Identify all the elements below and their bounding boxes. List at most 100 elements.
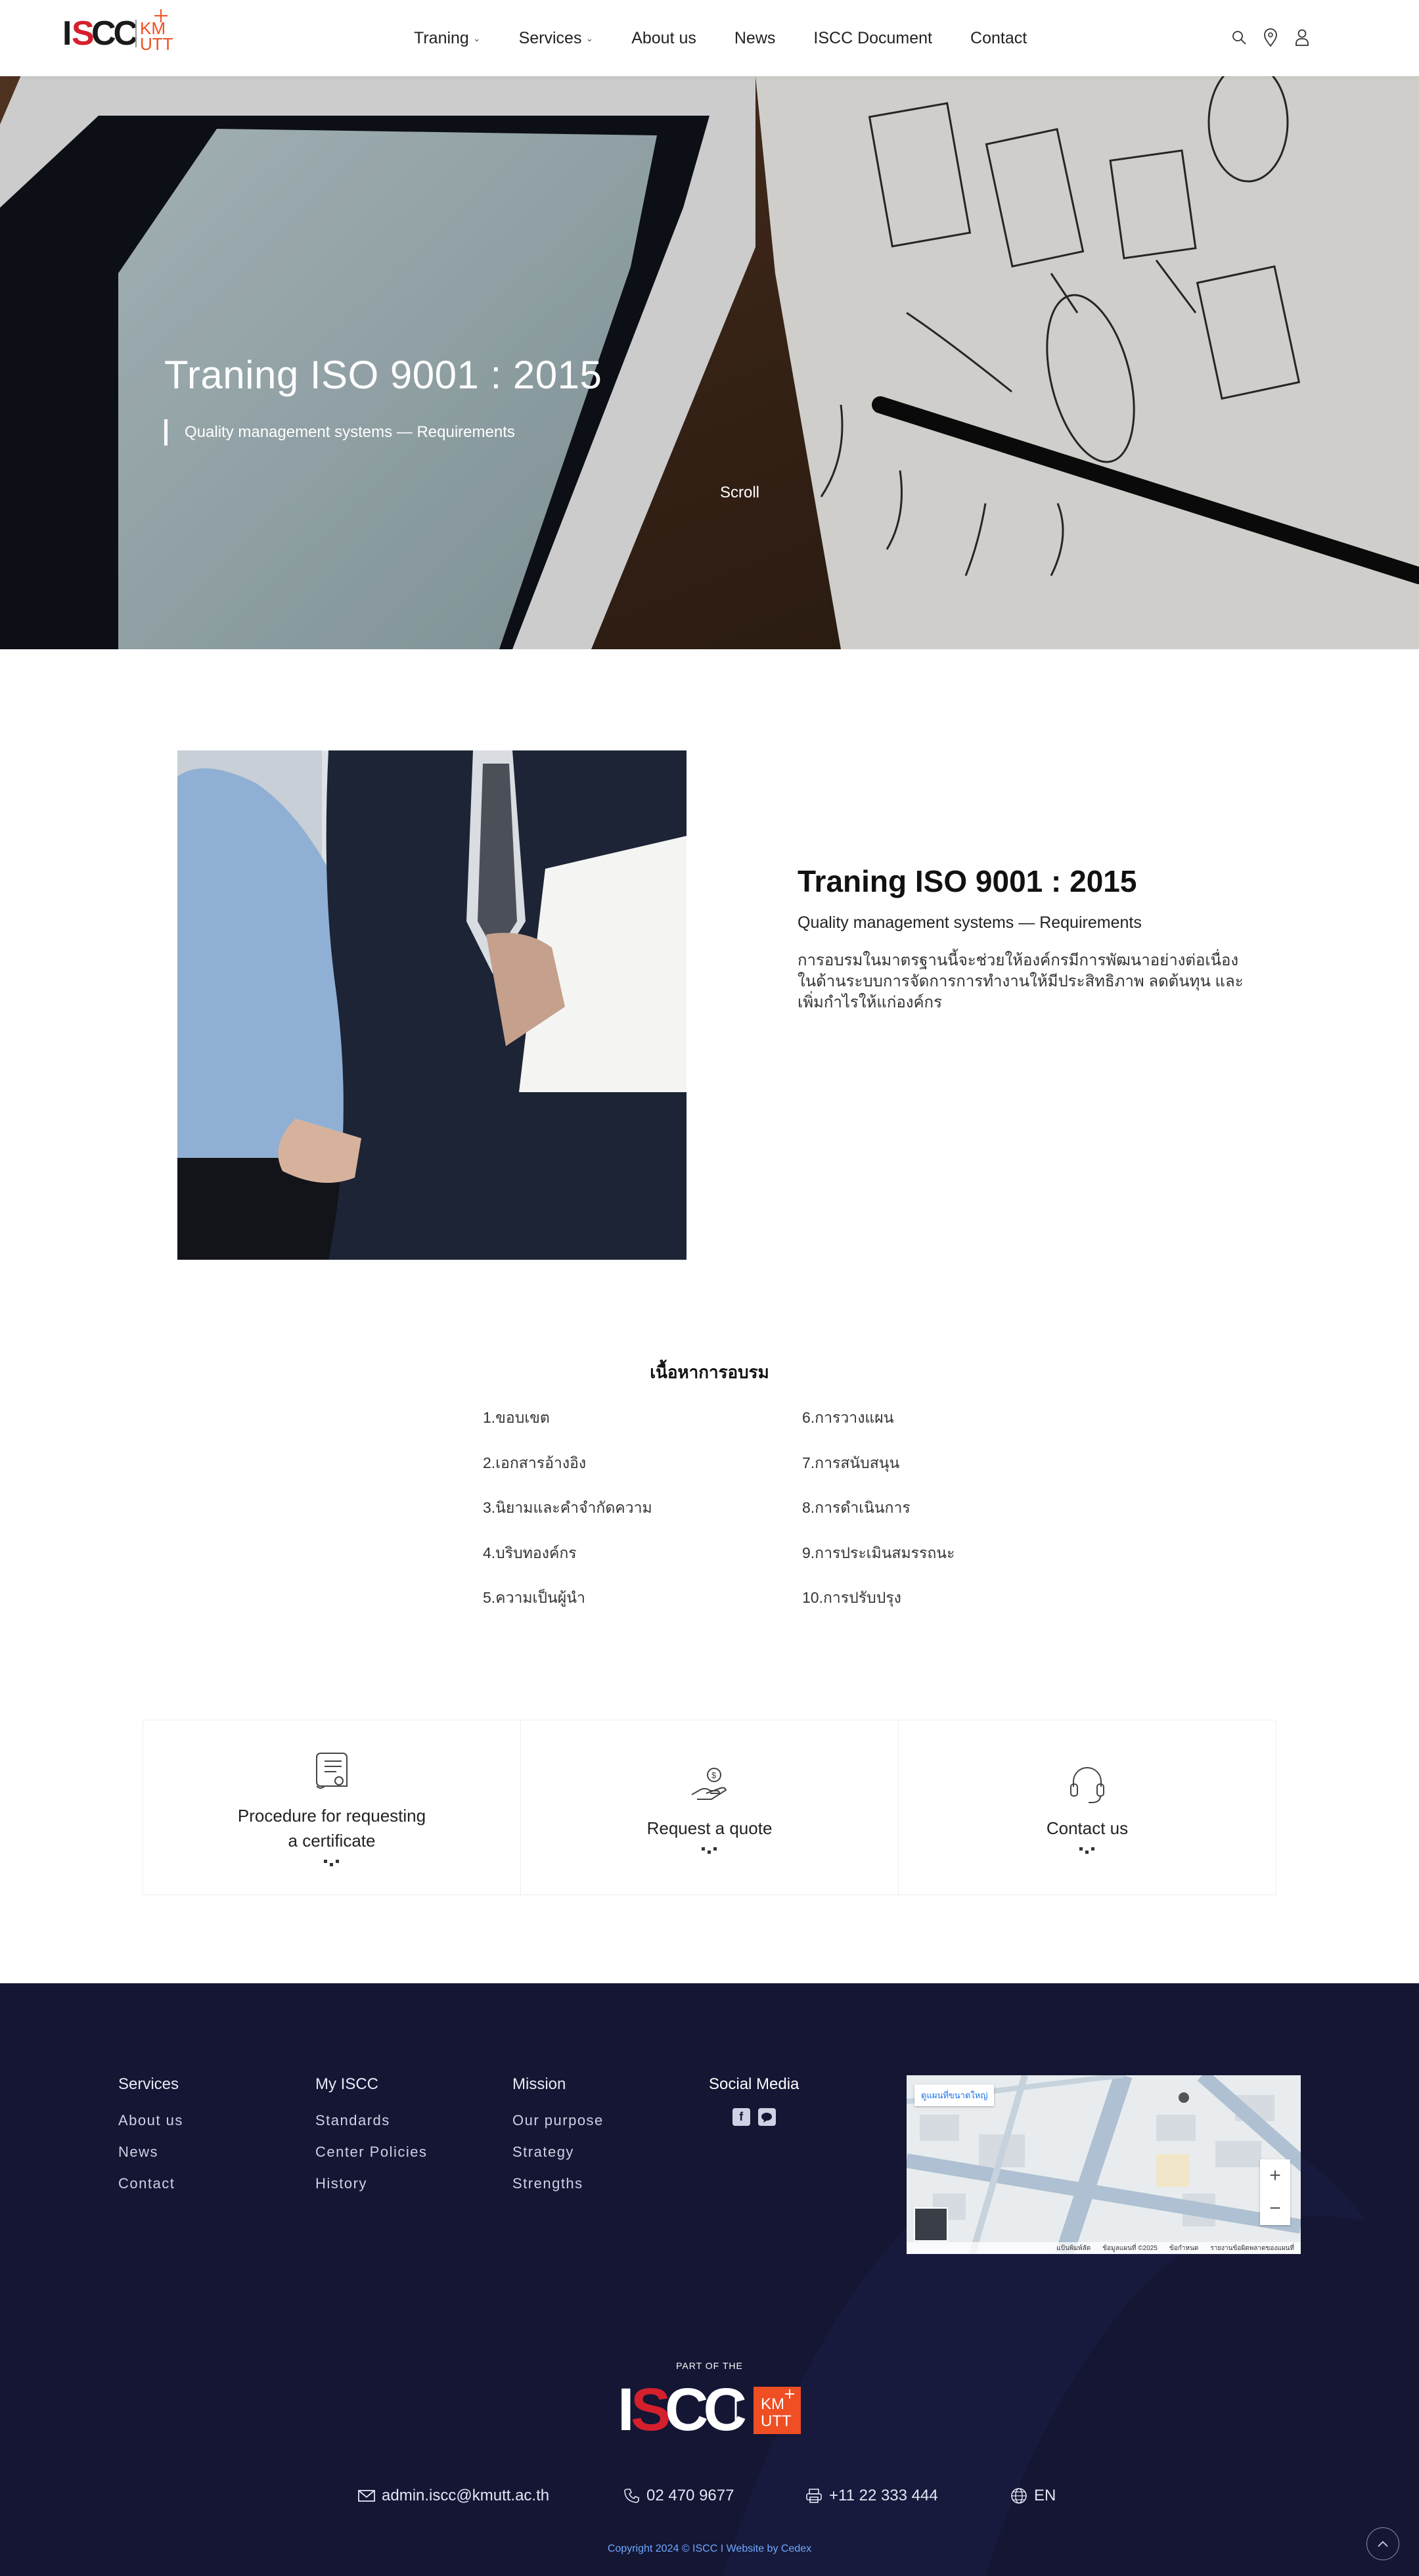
svg-text:$: $ (711, 1770, 717, 1780)
hero-title: Traning ISO 9001 : 2015 (164, 353, 602, 397)
footer-heading: Services (118, 2075, 179, 2093)
svg-text:UTT: UTT (761, 2412, 792, 2430)
footer-heading: Social Media (709, 2075, 800, 2093)
social-icons: f (709, 2108, 799, 2126)
email-text: admin.iscc@kmutt.ac.th (382, 2487, 550, 2504)
svg-text:S: S (72, 14, 93, 53)
service-cards: Procedure for requesting a certificate $… (143, 1720, 1276, 1895)
map-zoom-control: + − (1260, 2159, 1290, 2225)
nav-traning-label: Traning (414, 28, 469, 47)
contents-item: 1.ขอบเขต (483, 1409, 550, 1426)
header-icons (1230, 28, 1311, 47)
dots-icon (1079, 1847, 1094, 1854)
nav-contact[interactable]: Contact (970, 29, 1027, 48)
nav-news[interactable]: News (734, 29, 776, 48)
contents-item: 4.บริบทองค์กร (483, 1544, 577, 1561)
intro-subtitle: Quality management systems — Requirement… (798, 913, 1142, 932)
footer-link[interactable]: Our purpose (512, 2112, 604, 2129)
fax-text: +11 22 333 444 (829, 2487, 938, 2504)
chevron-down-icon: ⌄ (472, 32, 481, 43)
business-meeting-photo (177, 750, 687, 1260)
nav-about-us[interactable]: About us (631, 29, 696, 48)
user-icon[interactable] (1294, 28, 1311, 47)
card-label: Request a quote (646, 1818, 773, 1838)
iscc-kmutt-logo[interactable]: I S CC KM UTT (62, 7, 174, 59)
phone-icon (624, 2489, 639, 2503)
copyright-text: Copyright 2024 © ISCC I Website by Cedex (607, 2543, 812, 2554)
nav-document-label: ISCC Document (813, 28, 933, 47)
nav-iscc-document[interactable]: ISCC Document (813, 29, 932, 48)
footer-col-services: Services About us News Contact (118, 2075, 183, 2207)
hero-subtitle: Quality management systems — Requirement… (164, 419, 515, 446)
footer-link[interactable]: Strengths (512, 2175, 604, 2192)
back-to-top-button[interactable] (1366, 2527, 1399, 2560)
footer-link[interactable]: About us (118, 2112, 183, 2129)
footer-phone[interactable]: 02 470 9677 (624, 2487, 734, 2505)
footer-email[interactable]: admin.iscc@kmutt.ac.th (358, 2487, 549, 2505)
mail-icon (358, 2490, 375, 2502)
intro-description: การอบรมในมาตรฐานนี้จะช่วยให้องค์กรมีการพ… (798, 952, 1244, 1011)
footer-link[interactable]: Contact (118, 2175, 183, 2192)
hero-banner: Traning ISO 9001 : 2015 Quality manageme… (0, 76, 1419, 649)
facebook-icon[interactable]: f (732, 2108, 750, 2126)
contents-item: 8.การดำเนินการ (802, 1499, 911, 1516)
contents-left-column: 1.ขอบเขต 2.เอกสารอ้างอิง 3.นิยามและคำจำก… (483, 1406, 746, 1632)
contents-item: 9.การประเมินสมรรถนะ (802, 1544, 955, 1561)
nav-services-label: Services (518, 28, 582, 47)
zoom-in-button[interactable]: + (1260, 2159, 1290, 2192)
footer-heading: Mission (512, 2075, 566, 2093)
footer-link[interactable]: Center Policies (315, 2144, 427, 2161)
svg-text:S: S (631, 2378, 669, 2437)
zoom-out-button[interactable]: − (1260, 2192, 1290, 2225)
footer-iscc-kmutt-logo[interactable]: I S CC KM UTT (618, 2378, 801, 2437)
chevron-down-icon: ⌄ (585, 32, 594, 43)
svg-text:CC: CC (665, 2378, 745, 2437)
google-map[interactable]: ดูแผนที่ขนาดใหญ่ + − แป้นพิมพ์ลัด ข้อมูล… (907, 2075, 1301, 2254)
location-pin-icon[interactable] (1262, 28, 1279, 47)
main-nav: Traning ⌄ Services ⌄ About us News ISCC Do… (414, 0, 1065, 76)
contents-item: 10.การปรับปรุง (802, 1589, 901, 1606)
card-request-quote[interactable]: $ Request a quote (521, 1720, 899, 1895)
contents-right-column: 6.การวางแผน 7.การสนับสนุน 8.การดำเนินการ… (802, 1406, 1065, 1632)
contents-item: 3.นิยามและคำจำกัดความ (483, 1499, 652, 1516)
contents-item: 5.ความเป็นผู้นำ (483, 1589, 585, 1606)
language-switcher[interactable]: EN (1010, 2487, 1056, 2505)
view-larger-map-link[interactable]: ดูแผนที่ขนาดใหญ่ (914, 2084, 995, 2106)
nav-contact-label: Contact (970, 28, 1027, 47)
nav-traning[interactable]: Traning ⌄ (414, 29, 481, 48)
footer-link[interactable]: History (315, 2175, 427, 2192)
globe-icon (1011, 2488, 1027, 2504)
phone-text: 02 470 9677 (646, 2487, 734, 2504)
chevron-up-icon (1378, 2541, 1388, 2547)
card-procedure-certificate[interactable]: Procedure for requesting a certificate (143, 1720, 521, 1895)
svg-text:KM: KM (761, 2395, 784, 2413)
map-attribution: แป้นพิมพ์ลัด ข้อมูลแผนที่ ©2025 ข้อกำหนด… (907, 2242, 1301, 2254)
map-footer-item[interactable]: ข้อกำหนด (1169, 2243, 1198, 2253)
footer-link[interactable]: Standards (315, 2112, 427, 2129)
site-header: I S CC KM UTT Traning ⌄ Services ⌄ About u… (0, 0, 1419, 76)
hand-coin-icon: $ (691, 1767, 727, 1800)
map-footer-item[interactable]: แป้นพิมพ์ลัด (1056, 2243, 1091, 2253)
footer-link[interactable]: Strategy (512, 2144, 604, 2161)
footer-link[interactable]: News (118, 2144, 183, 2161)
card-label: Procedure for requesting a certificate (237, 1805, 426, 1851)
line-icon[interactable] (757, 2108, 776, 2126)
training-contents-title: เนื้อหาการอบรม (650, 1362, 769, 1382)
contents-item: 2.เอกสารอ้างอิง (483, 1454, 587, 1471)
svg-text:UTT: UTT (140, 34, 173, 54)
nav-services[interactable]: Services ⌄ (519, 29, 594, 48)
nav-news-label: News (734, 28, 776, 47)
language-text: EN (1034, 2487, 1056, 2504)
footer-heading: My ISCC (315, 2075, 378, 2093)
headset-icon (1070, 1766, 1104, 1803)
part-of-label: PART OF THE (676, 2360, 743, 2371)
map-footer-item[interactable]: รายงานข้อผิดพลาดของแผนที่ (1210, 2243, 1294, 2253)
svg-text:CC: CC (91, 14, 138, 53)
scroll-indicator[interactable]: Scroll (720, 484, 759, 502)
card-contact-us[interactable]: Contact us (899, 1720, 1276, 1895)
footer-fax[interactable]: +11 22 333 444 (805, 2487, 938, 2505)
dots-icon (702, 1847, 717, 1854)
card-label: Contact us (1046, 1818, 1129, 1838)
dots-icon (324, 1859, 339, 1866)
search-icon[interactable] (1230, 28, 1248, 47)
